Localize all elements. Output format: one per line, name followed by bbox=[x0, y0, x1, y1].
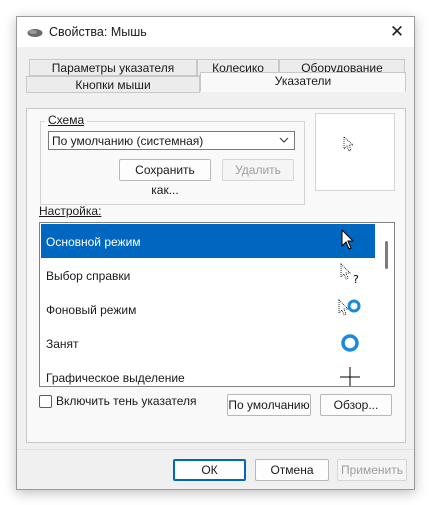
arrow-cursor-icon bbox=[336, 227, 364, 255]
scheme-select-value: По умолчанию (системная) bbox=[52, 134, 204, 148]
list-item[interactable]: Выбор справки ? bbox=[41, 258, 375, 292]
list-scrollbar[interactable] bbox=[385, 241, 388, 269]
busy-cursor-icon bbox=[336, 329, 364, 357]
ok-button[interactable]: ОК bbox=[173, 459, 246, 481]
tab-pointer-options[interactable]: Параметры указателя bbox=[29, 59, 197, 76]
list-item-label: Занят bbox=[46, 337, 79, 351]
list-item[interactable]: Основной режим bbox=[41, 224, 375, 258]
scheme-select[interactable]: По умолчанию (системная) bbox=[48, 131, 295, 150]
use-default-button[interactable]: По умолчанию bbox=[227, 394, 311, 416]
tab-pointers[interactable]: Указатели bbox=[200, 72, 406, 92]
list-item-label: Графическое выделение bbox=[46, 371, 185, 385]
list-item[interactable]: Графическое выделение bbox=[41, 360, 375, 386]
apply-button[interactable]: Применить bbox=[337, 459, 407, 481]
chevron-down-icon bbox=[278, 133, 290, 150]
list-item[interactable]: Занят bbox=[41, 326, 375, 360]
pointer-shadow-label[interactable]: Включить тень указателя bbox=[56, 394, 197, 408]
footer-divider bbox=[17, 449, 414, 450]
mouse-icon bbox=[27, 27, 43, 41]
title-bar: Свойства: Мышь ✕ bbox=[17, 17, 414, 47]
save-as-button[interactable]: Сохранить как... bbox=[119, 159, 211, 197]
working-in-background-cursor-icon bbox=[336, 295, 364, 323]
list-item-label: Выбор справки bbox=[46, 269, 131, 283]
cursor-preview bbox=[315, 113, 395, 191]
mouse-properties-dialog: Свойства: Мышь ✕ Параметры указателя Кол… bbox=[16, 16, 415, 490]
list-item-label: Основной режим bbox=[46, 235, 141, 249]
help-cursor-icon: ? bbox=[336, 261, 364, 289]
window-title: Свойства: Мышь bbox=[49, 25, 147, 39]
crosshair-cursor-icon bbox=[336, 363, 364, 386]
list-item-label: Фоновый режим bbox=[46, 303, 137, 317]
browse-button[interactable]: Обзор... bbox=[320, 394, 392, 416]
arrow-cursor-icon bbox=[342, 136, 356, 157]
customize-label: Настройка: bbox=[39, 204, 102, 218]
delete-button[interactable]: Удалить bbox=[222, 159, 294, 181]
tab-buttons[interactable]: Кнопки мыши bbox=[26, 76, 200, 93]
cursor-list[interactable]: Основной режим Выбор справки ? Фоновый р… bbox=[39, 222, 395, 387]
svg-text:?: ? bbox=[353, 273, 359, 286]
pointer-shadow-checkbox[interactable] bbox=[39, 395, 52, 408]
close-button[interactable]: ✕ bbox=[380, 17, 414, 47]
cancel-button[interactable]: Отмена bbox=[255, 459, 329, 481]
scheme-legend: Схема bbox=[45, 113, 88, 127]
list-item[interactable]: Фоновый режим bbox=[41, 292, 375, 326]
